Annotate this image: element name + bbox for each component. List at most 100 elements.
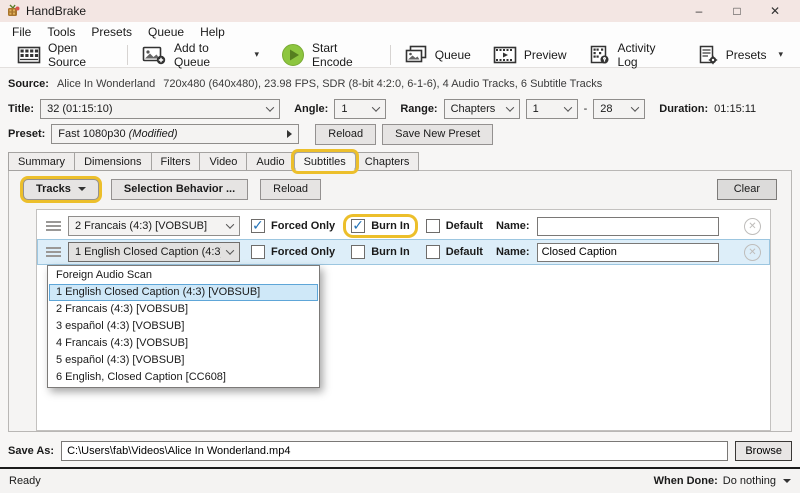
title-select[interactable]: 32 (01:15:10) [40,99,280,119]
burn-in-checkbox-2[interactable] [351,245,365,259]
chevron-down-icon [226,246,234,254]
add-to-queue-button[interactable]: Add to Queue [130,42,270,67]
queue-stack-icon [404,45,428,65]
menu-item-2[interactable]: Presets [83,23,140,41]
save-as-label: Save As: [8,445,54,457]
name-input-1[interactable] [537,217,719,236]
menu-item-3[interactable]: Queue [140,23,192,41]
clear-button[interactable]: Clear [717,179,777,200]
save-as-input[interactable] [61,441,728,461]
title-label: Title: [8,103,34,115]
minimize-button[interactable]: – [680,4,718,18]
queue-button[interactable]: Queue [393,42,482,67]
preset-reload-button[interactable]: Reload [315,124,376,145]
range-label: Range: [400,103,437,115]
forced-only-checkbox-1[interactable] [251,219,265,233]
track-dropdown-option-3[interactable]: 3 español (4:3) [VOBSUB] [49,318,318,335]
tab-0[interactable]: Summary [8,152,75,171]
open-source-button[interactable]: Open Source [6,42,125,67]
range-from-select[interactable]: 1 [526,99,578,119]
range-to-select[interactable]: 28 [593,99,645,119]
film-slate-icon [17,45,41,65]
track-dropdown-option-1[interactable]: 1 English Closed Caption (4:3) [VOBSUB] [49,284,318,301]
duration-value: 01:15:11 [714,103,756,115]
save-as-row: Save As: Browse [0,440,800,461]
range-type-select[interactable]: Chapters [444,99,520,119]
arrow-right-icon [287,130,292,138]
tracks-dropdown-button[interactable]: Tracks [23,179,99,200]
when-done-control[interactable]: When Done: Do nothing [654,475,791,487]
default-checkbox-2[interactable] [426,245,440,259]
selection-behavior-button[interactable]: Selection Behavior ... [111,179,248,200]
chevron-down-icon [226,220,234,228]
activity-log-label: Activity Log [618,41,675,69]
source-name: Alice In Wonderland [57,78,155,90]
activity-log-button[interactable]: Activity Log [578,42,686,67]
subtitles-tab-panel: Tracks Selection Behavior ... Reload Cle… [8,170,792,432]
toolbar-presets-button[interactable]: Presets [686,42,794,67]
save-new-preset-button[interactable]: Save New Preset [382,124,493,145]
name-input-2[interactable] [537,243,719,262]
track-dropdown-option-2[interactable]: 2 Francais (4:3) [VOBSUB] [49,301,318,318]
preset-modified-flag: (Modified) [129,128,178,140]
tab-2[interactable]: Filters [151,152,201,171]
menu-item-0[interactable]: File [4,23,39,41]
add-to-queue-icon [141,45,167,65]
start-encode-label: Start Encode [312,41,377,69]
angle-select-value: 1 [341,103,347,115]
maximize-button[interactable]: □ [718,4,756,18]
tab-strip: SummaryDimensionsFiltersVideoAudioSubtit… [8,151,800,171]
forced-only-checkbox-2[interactable] [251,245,265,259]
presets-doc-gear-icon [697,45,719,65]
menu-item-1[interactable]: Tools [39,23,83,41]
tab-4[interactable]: Audio [246,152,294,171]
preset-select[interactable]: Fast 1080p30 (Modified) [51,124,299,144]
title-bar: HandBrake – □ ✕ [0,0,800,22]
subtitles-reload-button[interactable]: Reload [260,179,321,200]
tab-1[interactable]: Dimensions [74,152,151,171]
preview-label: Preview [524,48,567,62]
remove-track-icon[interactable]: ✕ [744,244,761,261]
open-source-label: Open Source [48,41,114,69]
track-select-1-value: 2 Francais (4:3) [VOBSUB] [75,220,207,232]
tab-5[interactable]: Subtitles [294,152,356,171]
default-group-1: Default [421,217,488,235]
chevron-down-icon [372,103,380,111]
track-select-1[interactable]: 2 Francais (4:3) [VOBSUB] [68,216,240,236]
track-dropdown-option-0[interactable]: Foreign Audio Scan [49,267,318,284]
drag-handle-icon[interactable] [46,221,61,231]
menu-item-4[interactable]: Help [192,23,233,41]
preset-value: Fast 1080p30 [58,128,125,140]
track-dropdown-option-6[interactable]: 6 English, Closed Caption [CC608] [49,369,318,386]
preview-button[interactable]: Preview [482,42,578,67]
track-dropdown-option-4[interactable]: 4 Francais (4:3) [VOBSUB] [49,335,318,352]
track-select-2[interactable]: 1 English Closed Caption (4:3) [VOBSUB] [68,242,240,262]
angle-select[interactable]: 1 [334,99,386,119]
forced-only-group-2: Forced Only [246,243,340,261]
default-checkbox-1[interactable] [426,219,440,233]
when-done-value: Do nothing [723,475,776,487]
default-label: Default [446,246,483,258]
burn-in-checkbox-1[interactable] [351,219,365,233]
drag-handle-icon[interactable] [46,247,61,257]
track-select-2-value: 1 English Closed Caption (4:3) [VOBSUB] [75,246,221,258]
burn-in-group-2: Burn In [346,243,415,261]
start-encode-button[interactable]: Start Encode [270,42,388,67]
tab-6[interactable]: Chapters [355,152,420,171]
handbrake-window: HandBrake – □ ✕ FileToolsPresetsQueueHel… [0,0,800,493]
range-to-value: 28 [600,103,612,115]
browse-button[interactable]: Browse [735,441,792,461]
when-done-label: When Done: [654,475,718,487]
chevron-down-icon [505,103,513,111]
subtitle-row-1: 2 Francais (4:3) [VOBSUB] Forced Only Bu… [37,213,770,239]
track-dropdown-option-5[interactable]: 5 español (4:3) [VOBSUB] [49,352,318,369]
toolbar-separator [127,45,128,65]
tracks-button-label: Tracks [36,183,71,195]
default-group-2: Default [421,243,488,261]
close-button[interactable]: ✕ [756,4,794,18]
remove-track-icon[interactable]: ✕ [744,218,761,235]
burn-in-label: Burn In [371,246,410,258]
toolbar-separator [390,45,391,65]
tab-3[interactable]: Video [199,152,247,171]
menu-bar: FileToolsPresetsQueueHelp [0,22,800,42]
